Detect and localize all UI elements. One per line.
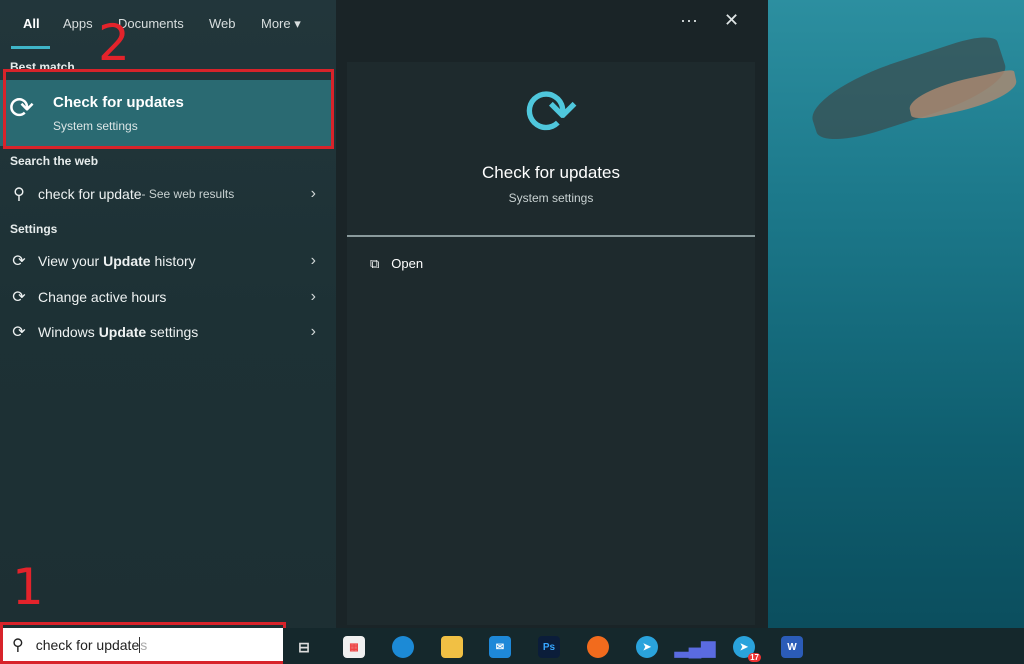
- more-options-button[interactable]: ···: [680, 10, 698, 31]
- refresh-icon: ⟳: [12, 324, 26, 341]
- close-button[interactable]: ✕: [724, 10, 739, 31]
- refresh-icon-large: ⟳: [524, 76, 578, 148]
- edge-icon[interactable]: [392, 636, 414, 658]
- open-label: Open: [391, 256, 424, 271]
- telegram-icon[interactable]: ➤: [636, 636, 658, 658]
- open-external-icon: ⧉: [370, 256, 380, 271]
- preview-card: ⟳ Check for updates System settings ⧉ Ope…: [347, 62, 755, 625]
- microsoft-store-icon[interactable]: ▦: [343, 636, 365, 658]
- item-label: Change active hours: [38, 289, 167, 305]
- settings-item-update-history[interactable]: ⟳ View your Update history ›: [0, 244, 336, 278]
- caret-down-icon: ▾: [294, 16, 301, 31]
- web-query: check for update: [38, 186, 142, 202]
- chevron-right-icon: ›: [310, 323, 316, 340]
- tab-web[interactable]: Web: [209, 16, 236, 31]
- telegram-badge-icon[interactable]: ➤ 17: [733, 636, 761, 662]
- item-label: Windows Update settings: [38, 324, 199, 340]
- task-view-icon[interactable]: ⊟: [293, 636, 315, 658]
- chevron-right-icon: ›: [310, 288, 316, 305]
- settings-item-active-hours[interactable]: ⟳ Change active hours ›: [0, 280, 336, 314]
- tab-apps[interactable]: Apps: [63, 16, 93, 31]
- annotation-number-1: 1: [12, 558, 44, 616]
- taskbar: ⊟ ▦ ✉ Ps ➤ ▂▄▆ ➤ 17 W: [283, 628, 1024, 664]
- settings-heading: Settings: [10, 222, 58, 236]
- open-action[interactable]: ⧉ Open: [370, 256, 423, 272]
- window-controls: ··· ✕: [680, 10, 739, 31]
- tab-all[interactable]: All: [23, 16, 40, 31]
- item-label: View your Update history: [38, 253, 196, 269]
- unread-badge: 17: [748, 653, 761, 662]
- annotation-box-2: [3, 69, 334, 149]
- annotation-box-1: [0, 622, 286, 664]
- web-suffix: - See web results: [141, 187, 235, 201]
- tab-more[interactable]: More ▾: [261, 16, 301, 32]
- mail-icon[interactable]: ✉: [489, 636, 511, 658]
- settings-item-windows-update[interactable]: ⟳ Windows Update settings ›: [0, 315, 336, 349]
- annotation-number-2: 2: [98, 14, 130, 72]
- search-icon: ⚲: [13, 186, 25, 203]
- photoshop-icon[interactable]: Ps: [538, 636, 560, 658]
- desktop-wallpaper: [768, 0, 1024, 628]
- search-web-heading: Search the web: [10, 154, 99, 168]
- chevron-right-icon: ›: [310, 252, 316, 269]
- filter-tabs: All Apps Documents Web More ▾: [0, 16, 336, 49]
- word-icon[interactable]: W: [781, 636, 803, 658]
- divider: [347, 235, 755, 237]
- active-tab-indicator: [11, 46, 50, 49]
- preview-title: Check for updates: [482, 163, 620, 182]
- web-result-item[interactable]: ⚲ check for update - See web results ›: [0, 177, 336, 211]
- firefox-icon[interactable]: [587, 636, 609, 658]
- refresh-icon: ⟳: [12, 289, 26, 306]
- chevron-right-icon: ›: [310, 185, 316, 202]
- chart-app-icon[interactable]: ▂▄▆: [675, 636, 715, 658]
- preview-subtitle: System settings: [508, 191, 594, 205]
- file-explorer-icon[interactable]: [441, 636, 463, 658]
- tab-more-label: More: [261, 16, 291, 31]
- refresh-icon: ⟳: [12, 253, 26, 270]
